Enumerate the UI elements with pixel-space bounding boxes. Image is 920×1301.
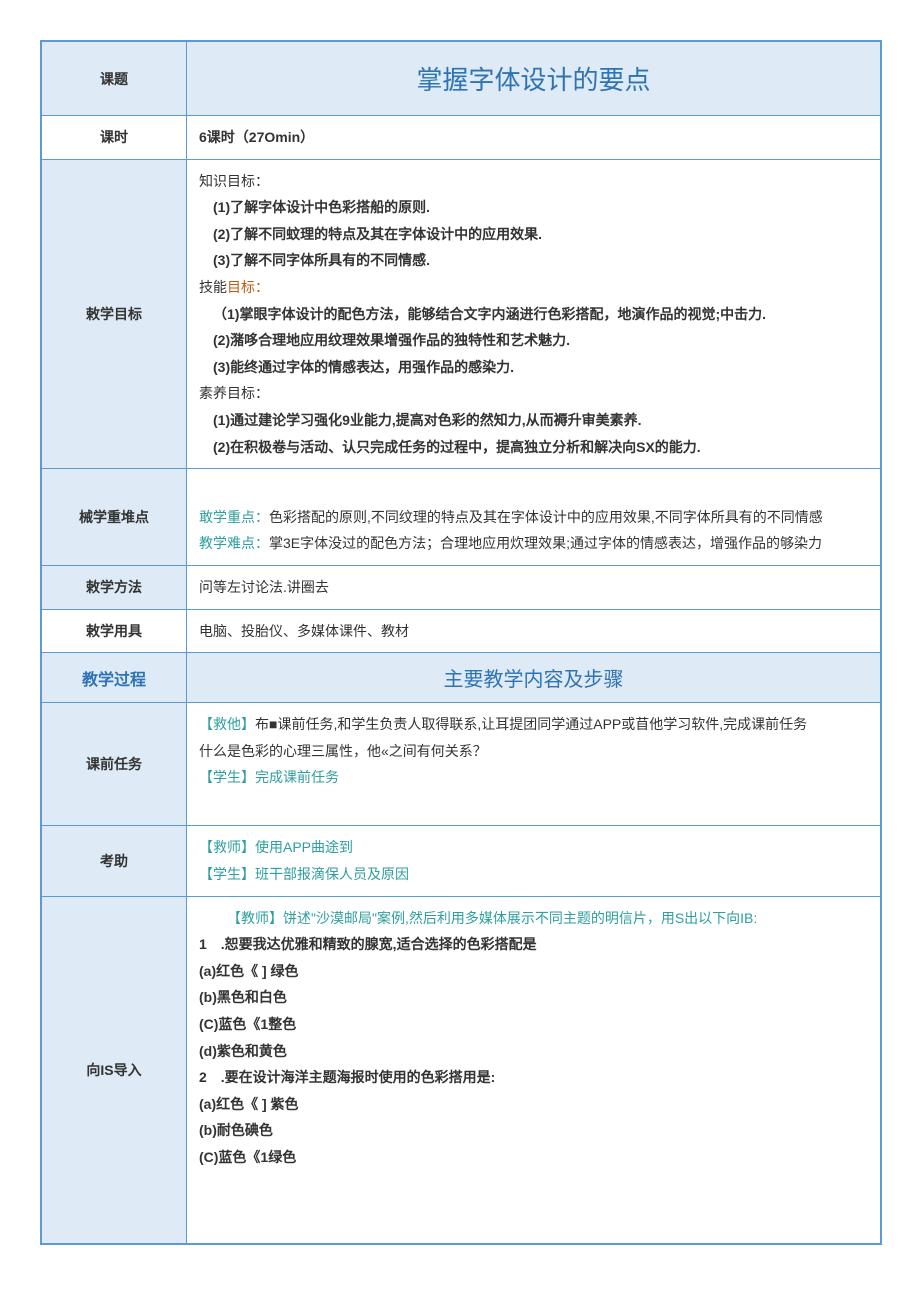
process-left: 教学过程 — [42, 653, 187, 703]
intro-label: 向IS导入 — [42, 896, 187, 1243]
row-check: 考助 【救师】使用APP曲途到 【学生】班干部报滴保人员及原因 — [42, 826, 881, 896]
period-label: 课时 — [42, 116, 187, 160]
skill-heading-b: 目标： — [227, 279, 269, 295]
key-text: 色彩搭配的原则,不同纹理的特点及其在字体设计中的应用效果,不同字体所具有的不同情… — [269, 509, 823, 525]
intro-q1a: (a)红色《 ] 绿色 — [199, 958, 868, 985]
goal-q1: (1)通过建论学习强化9业能力,提高对色彩的然知力,从而褥升审美素养. — [199, 407, 642, 434]
pretask-line2: 什么是色彩的心理三属性，他«之间有何关系？ — [199, 738, 868, 765]
keypoints-content: 敢学重点：色彩搭配的原则,不同纹理的特点及其在字体设计中的应用效果,不同字体所具… — [187, 469, 881, 566]
goal-q2: (2)在积极卷与活动、认只完成任务的过程中，提高独立分析和解决向SX的能力. — [199, 434, 701, 461]
pretask-t1b: 布■课前任务,和学生负责人取得联系,让耳提团同学通过APP或苜他学习软件,完成课… — [255, 716, 807, 732]
row-process-header: 教学过程 主要教学内容及步骤 — [42, 653, 881, 703]
quality-heading: 素养目标： — [199, 380, 868, 407]
pretask-t1a: 【救他】 — [199, 716, 255, 732]
intro-q2b: (b)耐色碘色 — [199, 1117, 868, 1144]
intro-q1c: (C)蓝色《1整色 — [199, 1011, 868, 1038]
intro-q2: 2 .要在设计海洋主题海报时使用的色彩搭用是: — [199, 1064, 868, 1091]
diff-line: 教学难点：掌3E字体没过的配色方法；合理地应用炊理效果;通过字体的情感表达，增强… — [199, 530, 868, 557]
intro-q2c: (C)蓝色《1绿色 — [199, 1144, 868, 1171]
key-prefix: 敢学重点： — [199, 509, 269, 525]
row-topic: 课题 掌握字体设计的要点 — [42, 42, 881, 116]
pretask-label: 课前任务 — [42, 703, 187, 826]
row-pretask: 课前任务 【救他】布■课前任务,和学生负责人取得联系,让耳提团同学通过APP或苜… — [42, 703, 881, 826]
skill-heading-a: 技能 — [199, 279, 227, 295]
goal-s1: （1)掌眼字体设计的配色方法，能够结合文字内涵进行色彩搭配，地演作品的视觉;中击… — [199, 301, 766, 328]
row-period: 课时 6课时（27Omin） — [42, 116, 881, 160]
row-goals: 敕学目标 知识目标： (1)了解字体设计中色彩搭船的原则. (2)了解不同蚊理的… — [42, 159, 881, 469]
intro-q1: 1 .恕要我达优雅和精致的腺宽,适合选择的色彩搭配是 — [199, 931, 868, 958]
topic-title: 掌握字体设计的要点 — [187, 42, 881, 116]
key-line: 敢学重点：色彩搭配的原则,不同纹理的特点及其在字体设计中的应用效果,不同字体所具… — [199, 504, 868, 531]
period-value: 6课时（27Omin） — [187, 116, 881, 160]
process-right: 主要教学内容及步骤 — [187, 653, 881, 703]
pretask-line3: 【学生】完成课前任务 — [199, 764, 868, 791]
check-c2: 【学生】班干部报滴保人员及原因 — [199, 861, 868, 888]
check-c1: 【救师】使用APP曲途到 — [199, 834, 868, 861]
intro-q1b: (b)黑色和白色 — [199, 984, 868, 1011]
check-label: 考助 — [42, 826, 187, 896]
intro-q1d: (d)紫色和黄色 — [199, 1038, 868, 1065]
goal-s3: (3)能终通过字体的情感表达，用强作品的感染力. — [199, 354, 514, 381]
goals-content: 知识目标： (1)了解字体设计中色彩搭船的原则. (2)了解不同蚊理的特点及其在… — [187, 159, 881, 469]
diff-text: 掌3E字体没过的配色方法；合理地应用炊理效果;通过字体的情感表达，增强作品的够染… — [269, 535, 822, 551]
method-label: 敕学方法 — [42, 565, 187, 609]
topic-label: 课题 — [42, 42, 187, 116]
intro-q2a: (a)红色《 ] 紫色 — [199, 1091, 868, 1118]
intro-content: 【教师】饼述"沙漠邮局"案例,然后利用多媒体展示不同主题的明信片，用S出以下向I… — [187, 896, 881, 1243]
intro-lead: 【教师】饼述"沙漠邮局"案例,然后利用多媒体展示不同主题的明信片，用S出以下向I… — [199, 905, 868, 932]
tools-label: 敕学用具 — [42, 609, 187, 653]
row-intro: 向IS导入 【教师】饼述"沙漠邮局"案例,然后利用多媒体展示不同主题的明信片，用… — [42, 896, 881, 1243]
skill-heading: 技能目标： — [199, 274, 868, 301]
keypoints-label: 械学重堆点 — [42, 469, 187, 566]
pretask-line1: 【救他】布■课前任务,和学生负责人取得联系,让耳提团同学通过APP或苜他学习软件… — [199, 711, 868, 738]
lesson-plan-document: 课题 掌握字体设计的要点 课时 6课时（27Omin） 敕学目标 知识目标： (… — [40, 40, 882, 1245]
row-tools: 敕学用具 电脑、投胎仪、多媒体课件、教材 — [42, 609, 881, 653]
row-method: 敕学方法 问等左讨论法.讲圈去 — [42, 565, 881, 609]
diff-prefix: 教学难点： — [199, 535, 269, 551]
pretask-content: 【救他】布■课前任务,和学生负责人取得联系,让耳提团同学通过APP或苜他学习软件… — [187, 703, 881, 826]
row-keypoints: 械学重堆点 敢学重点：色彩搭配的原则,不同纹理的特点及其在字体设计中的应用效果,… — [42, 469, 881, 566]
check-content: 【救师】使用APP曲途到 【学生】班干部报滴保人员及原因 — [187, 826, 881, 896]
tools-value: 电脑、投胎仪、多媒体课件、教材 — [187, 609, 881, 653]
method-value: 问等左讨论法.讲圈去 — [187, 565, 881, 609]
knowledge-heading: 知识目标： — [199, 168, 868, 195]
goal-k1: (1)了解字体设计中色彩搭船的原则. — [199, 194, 430, 221]
goals-label: 敕学目标 — [42, 159, 187, 469]
goal-k2: (2)了解不同蚊理的特点及其在字体设计中的应用效果. — [199, 221, 542, 248]
lesson-plan-table: 课题 掌握字体设计的要点 课时 6课时（27Omin） 敕学目标 知识目标： (… — [41, 41, 881, 1244]
goal-k3: (3)了解不同字体所具有的不同情感. — [199, 247, 430, 274]
goal-s2: (2)潴哆合理地应用纹理效果增强作品的独特性和艺术魅力. — [199, 327, 570, 354]
